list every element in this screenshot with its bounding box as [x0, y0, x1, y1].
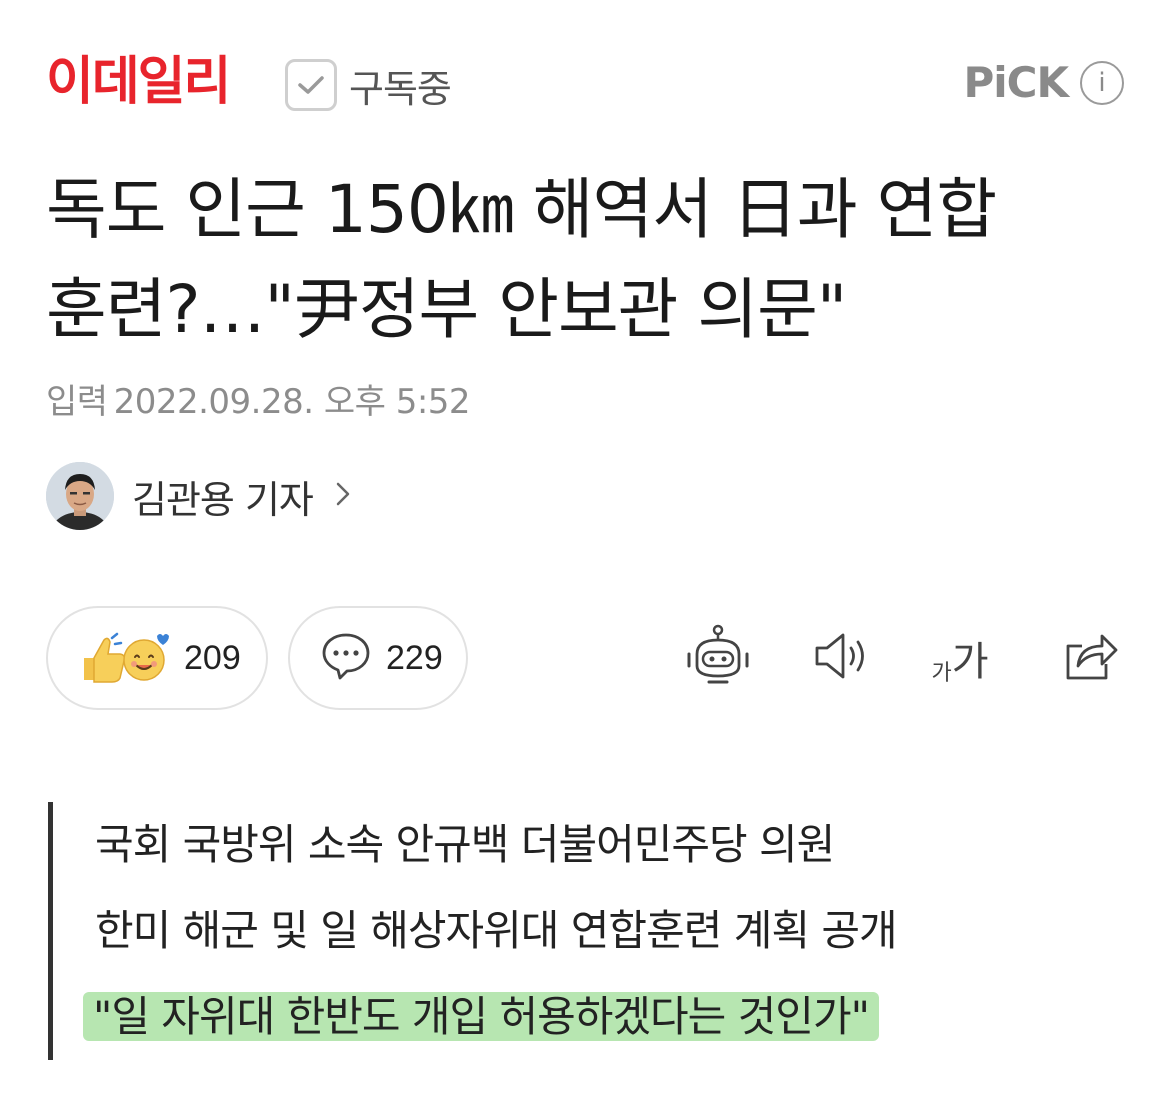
- comment-count: 229: [386, 638, 443, 677]
- publish-date: 입력 2022.09.28. 오후 5:52: [46, 374, 471, 423]
- author-link[interactable]: 김관용 기자: [46, 460, 351, 532]
- font-size-large: 가: [951, 639, 989, 685]
- summary-line-1: 국회 국방위 소속 안규백 더불어민주당 의원: [95, 820, 835, 869]
- comment-icon: [320, 631, 372, 685]
- pick-label: PiCK: [963, 58, 1069, 107]
- comment-button[interactable]: 229: [288, 606, 468, 710]
- robot-summary-icon: [683, 624, 753, 692]
- avatar: [46, 462, 114, 530]
- summary-line-2: 한미 해군 및 일 해상자위대 연합훈련 계획 공개: [95, 906, 898, 955]
- share-button[interactable]: [1052, 620, 1128, 696]
- article-summary: 국회 국방위 소속 안규백 더불어민주당 의원 한미 해군 및 일 해상자위대 …: [48, 802, 1128, 1060]
- article-headline: 독도 인근 150㎞ 해역서 日과 연합 훈련?…"尹정부 안보관 의문": [46, 160, 1136, 360]
- subscribe-label: 구독중: [349, 66, 452, 111]
- text-to-speech-button[interactable]: [805, 620, 881, 696]
- date-value: 2022.09.28. 오후 5:52: [113, 382, 471, 422]
- subscribe-button[interactable]: 구독중: [285, 57, 452, 113]
- font-size-small: 가: [931, 661, 952, 686]
- font-size-icon: 가 가: [931, 629, 988, 687]
- summary-bot-button[interactable]: [680, 620, 756, 696]
- like-button[interactable]: 209: [46, 606, 268, 710]
- chevron-right-icon: [335, 476, 351, 516]
- speaker-icon: [811, 630, 875, 686]
- summary-line-3: "일 자위대 한반도 개입 허용하겠다는 것인가": [83, 974, 1128, 1060]
- check-icon: [285, 59, 337, 111]
- date-label: 입력: [46, 382, 108, 422]
- publisher-logo[interactable]: 이데일리: [46, 52, 231, 112]
- share-icon: [1060, 628, 1120, 688]
- highlighted-quote: "일 자위대 한반도 개입 허용하겠다는 것인가": [83, 992, 879, 1041]
- font-size-button[interactable]: 가 가: [922, 620, 998, 696]
- headline-line-2: 훈련?…"尹정부 안보관 의문": [46, 271, 847, 348]
- like-count: 209: [184, 638, 241, 677]
- author-name: 김관용 기자: [132, 477, 314, 522]
- pick-badge[interactable]: PiCK i: [963, 58, 1124, 107]
- like-emoji-icon: [78, 628, 170, 688]
- headline-line-1: 독도 인근 150㎞ 해역서 日과 연합: [46, 171, 997, 248]
- info-icon[interactable]: i: [1080, 60, 1124, 105]
